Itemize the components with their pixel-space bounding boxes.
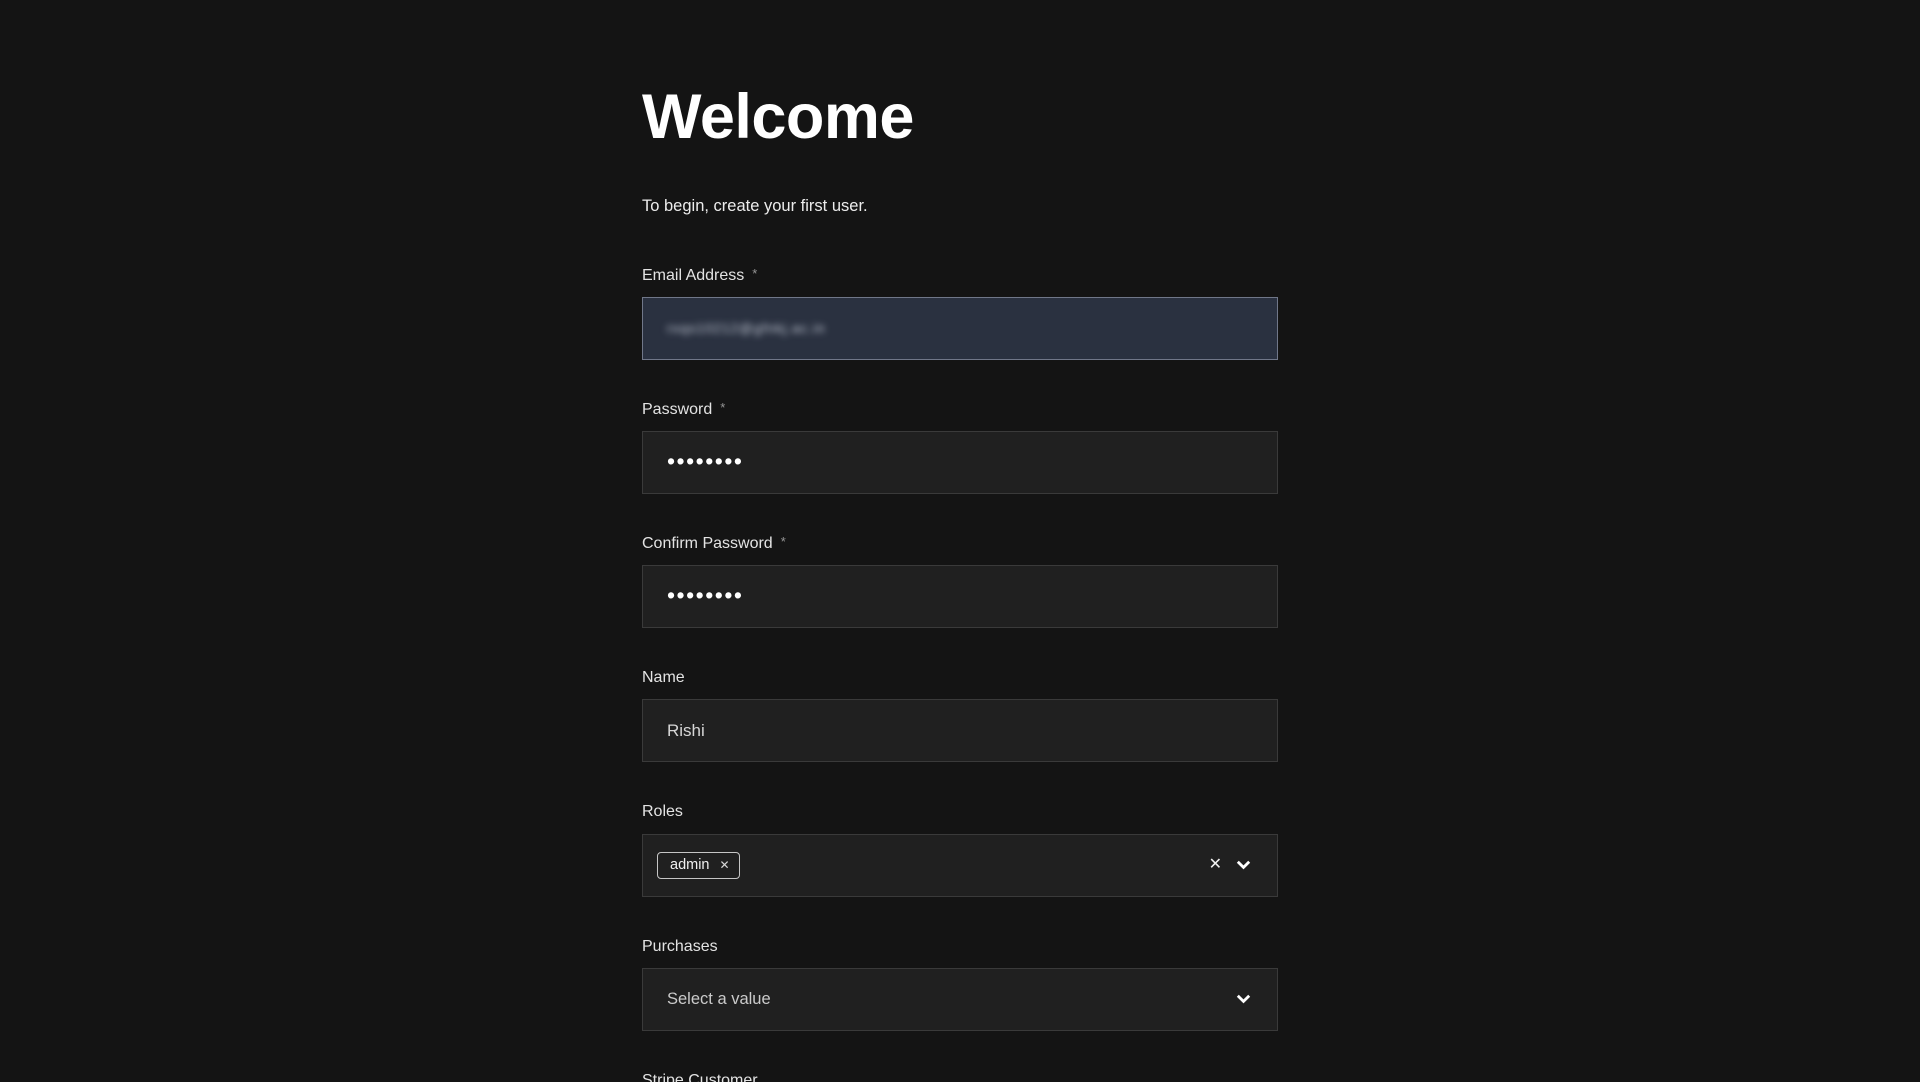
intro-text: To begin, create your first user. xyxy=(642,196,1278,217)
stripe-customer-label-text: Stripe Customer xyxy=(642,1071,758,1082)
stripe-customer-label: Stripe Customer xyxy=(642,1071,1278,1082)
name-value: Rishi xyxy=(667,721,705,741)
clear-icon[interactable]: ✕ xyxy=(1209,857,1222,873)
email-value-redacted: rxqs10212@gfnkj.ac.in xyxy=(667,321,826,336)
email-field-group: Email Address * rxqs10212@gfnkj.ac.in xyxy=(642,266,1278,360)
confirm-password-field-group: Confirm Password * •••••••• xyxy=(642,534,1278,628)
page-title: Welcome xyxy=(642,86,1278,149)
role-chip-label: admin xyxy=(670,857,710,873)
purchases-label: Purchases xyxy=(642,937,1278,956)
create-first-user-page: Welcome To begin, create your first user… xyxy=(642,0,1278,1082)
roles-multiselect[interactable]: admin ✕ ✕ xyxy=(642,834,1278,897)
roles-label: Roles xyxy=(642,802,1278,821)
email-input[interactable]: rxqs10212@gfnkj.ac.in xyxy=(642,297,1278,360)
chip-remove-icon[interactable]: ✕ xyxy=(720,859,730,871)
password-label: Password * xyxy=(642,400,1278,419)
purchases-select-controls xyxy=(1236,994,1251,1004)
password-label-text: Password xyxy=(642,400,712,419)
chevron-down-icon[interactable] xyxy=(1236,994,1251,1004)
required-asterisk: * xyxy=(752,266,757,282)
purchases-select[interactable]: Select a value xyxy=(642,968,1278,1031)
confirm-password-input[interactable]: •••••••• xyxy=(642,565,1278,628)
purchases-placeholder: Select a value xyxy=(667,990,771,1009)
confirm-password-label: Confirm Password * xyxy=(642,534,1278,553)
name-label-text: Name xyxy=(642,668,685,687)
email-label-text: Email Address xyxy=(642,266,744,285)
name-input[interactable]: Rishi xyxy=(642,699,1278,762)
name-field-group: Name Rishi xyxy=(642,668,1278,762)
purchases-field-group: Purchases Select a value xyxy=(642,937,1278,1031)
roles-field-group: Roles admin ✕ ✕ xyxy=(642,802,1278,896)
confirm-password-label-text: Confirm Password xyxy=(642,534,773,553)
purchases-label-text: Purchases xyxy=(642,937,718,956)
roles-label-text: Roles xyxy=(642,802,683,821)
required-asterisk: * xyxy=(720,400,725,416)
role-chip-admin[interactable]: admin ✕ xyxy=(657,852,740,879)
password-field-group: Password * •••••••• xyxy=(642,400,1278,494)
stripe-customer-field-group: Stripe Customer xyxy=(642,1071,1278,1082)
password-input[interactable]: •••••••• xyxy=(642,431,1278,494)
name-label: Name xyxy=(642,668,1278,687)
chevron-down-icon[interactable] xyxy=(1236,860,1251,870)
email-label: Email Address * xyxy=(642,266,1278,285)
required-asterisk: * xyxy=(781,534,786,550)
roles-select-controls: ✕ xyxy=(1209,857,1251,873)
